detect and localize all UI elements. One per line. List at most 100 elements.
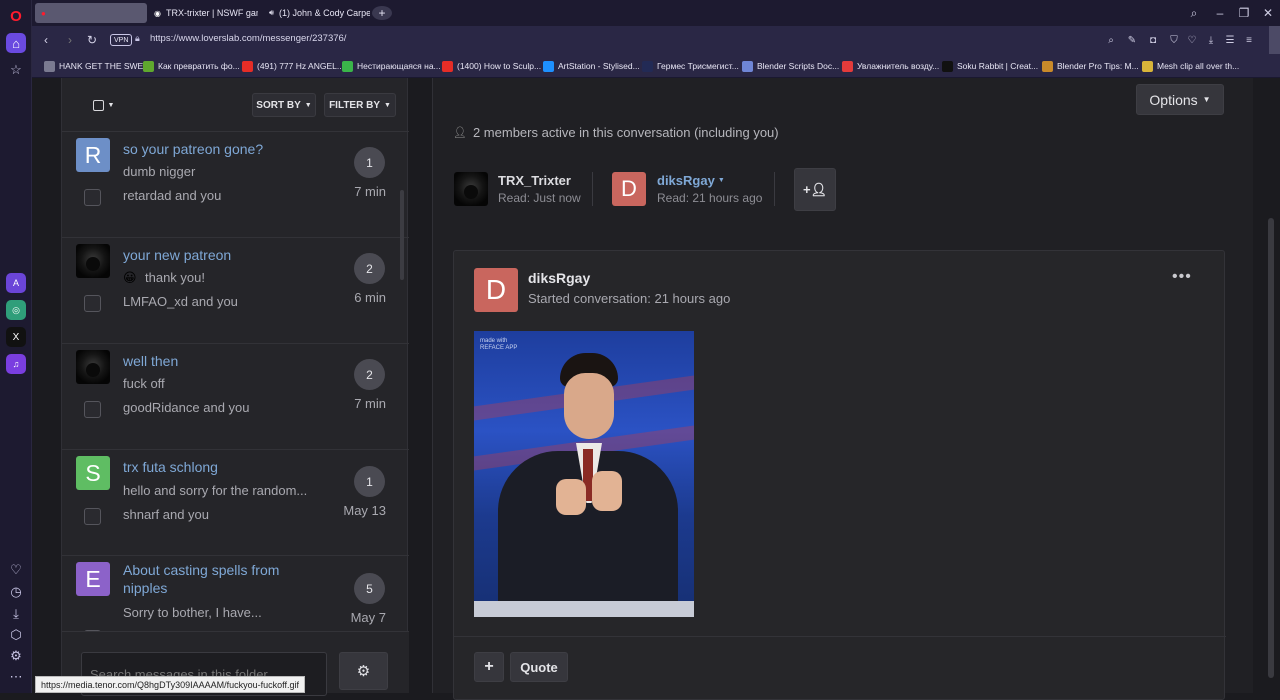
member-avatar[interactable]: D xyxy=(612,172,646,206)
sort-by-button[interactable]: SORT BY ▼ xyxy=(252,93,316,117)
star-icon[interactable]: ☆ xyxy=(6,60,26,80)
music-player-icon[interactable]: ♫ xyxy=(6,354,26,374)
conversation-item[interactable]: your new patreon 😀︎ thank you! LMFAO_xd … xyxy=(62,238,409,344)
message-gif-image[interactable]: made with REFACE APP xyxy=(474,331,694,617)
hooded-figure-icon xyxy=(86,363,100,377)
bookmark-label: ArtStation - Stylised... xyxy=(558,61,640,71)
tab-youtube[interactable]: 🔊︎ (1) John & Cody Carpe xyxy=(258,3,370,23)
avatar[interactable]: R xyxy=(76,138,110,172)
conversation-title[interactable]: About casting spells from nipples xyxy=(123,561,323,597)
more-options-icon[interactable]: ••• xyxy=(1172,268,1192,286)
edit-icon[interactable]: ✎ xyxy=(1125,33,1139,47)
options-button[interactable]: Options ▼ xyxy=(1136,84,1224,115)
conversation-checkbox[interactable] xyxy=(84,401,101,418)
conversation-view-panel: Options ▼ 👤︎ 2 members active in this co… xyxy=(432,78,1253,700)
list-scrollbar[interactable] xyxy=(400,190,404,280)
folder-settings-button[interactable]: ⚙ xyxy=(339,652,388,690)
bookmark-item[interactable]: Blender Pro Tips: M... xyxy=(1042,59,1139,73)
minimize-icon[interactable]: – xyxy=(1212,5,1228,21)
member-name[interactable]: TRX_Trixter xyxy=(498,173,571,188)
conversation-checkbox[interactable] xyxy=(84,295,101,312)
history-icon[interactable]: ◷ xyxy=(6,582,26,602)
bookmark-item[interactable]: Soku Rabbit | Creat... xyxy=(942,59,1038,73)
quote-button[interactable]: Quote xyxy=(510,652,568,682)
bookmark-item[interactable]: (491) 777 Hz ANGEL... xyxy=(242,59,344,73)
avatar[interactable] xyxy=(76,350,110,384)
extensions-icon[interactable]: ⬡ xyxy=(6,625,26,645)
tab-trx[interactable]: ◉ TRX-trixter | NSWF game xyxy=(148,3,258,23)
right-hand-shape xyxy=(592,471,622,511)
menu-icon[interactable]: ☰ xyxy=(1223,33,1237,47)
avatar[interactable]: S xyxy=(76,456,110,490)
user-icon: 👤︎ xyxy=(453,127,467,139)
bookmark-item[interactable]: Как превратить фо... xyxy=(143,59,240,73)
shield-icon[interactable]: ⛉ xyxy=(1167,33,1181,47)
restore-icon[interactable]: ❐ xyxy=(1236,5,1252,21)
settings-gear-icon[interactable]: ⚙ xyxy=(6,646,26,666)
vpn-badge[interactable]: VPN xyxy=(110,34,133,46)
conversation-item[interactable]: well then fuck off goodRidance and you 2… xyxy=(62,344,409,450)
bookmarks-bar: HANK GET THE SWE... Как превратить фо...… xyxy=(32,54,1280,78)
tab-label: (1) John & Cody Carpe xyxy=(279,8,370,18)
x-twitter-icon[interactable]: X xyxy=(6,327,26,347)
opera-logo-icon[interactable]: O xyxy=(6,6,26,26)
sidebar-toggle[interactable] xyxy=(1269,26,1280,54)
aria-icon[interactable]: A xyxy=(6,273,26,293)
speaker-icon[interactable]: 🔊︎ xyxy=(269,8,274,18)
more-icon[interactable]: ⋯ xyxy=(6,667,26,687)
lock-icon[interactable]: 🔒︎ xyxy=(135,33,140,44)
member-avatar[interactable] xyxy=(454,172,488,206)
message-footer-divider xyxy=(454,636,1226,637)
multiquote-add-button[interactable]: + xyxy=(474,652,504,682)
easy-setup-icon[interactable]: ≡ xyxy=(1242,33,1256,47)
bookmark-item[interactable]: Mesh clip all over th... xyxy=(1142,59,1239,73)
filter-by-button[interactable]: FILTER BY ▼ xyxy=(324,93,396,117)
bookmark-item[interactable]: (1400) How to Sculp... xyxy=(442,59,541,73)
home-icon[interactable]: ⌂ xyxy=(6,33,26,53)
url-field[interactable]: https://www.loverslab.com/messenger/2373… xyxy=(150,33,346,44)
conversation-title[interactable]: your new patreon xyxy=(123,246,323,264)
bookmark-item[interactable]: Нестирающаяся на... xyxy=(342,59,441,73)
forward-icon[interactable]: › xyxy=(62,32,78,48)
author-avatar[interactable]: D xyxy=(474,268,518,312)
new-tab-button[interactable]: + xyxy=(372,6,392,20)
member-read-status: Read: 21 hours ago xyxy=(657,191,763,205)
heart-icon[interactable]: ♡ xyxy=(6,560,26,580)
checkbox-icon xyxy=(92,99,104,111)
back-icon[interactable]: ‹ xyxy=(38,32,54,48)
search-tabs-icon[interactable]: ⌕ xyxy=(1186,5,1202,21)
avatar[interactable] xyxy=(76,244,110,278)
avatar[interactable]: E xyxy=(76,562,110,596)
member-name-menu[interactable]: diksRgay ▼ xyxy=(657,173,725,188)
hooded-figure-icon xyxy=(464,185,478,199)
bookmark-item[interactable]: Blender Scripts Doc... xyxy=(742,59,839,73)
select-all-checkbox[interactable]: ▼ xyxy=(88,93,119,117)
bookmark-label: HANK GET THE SWE... xyxy=(59,61,151,71)
conversation-item[interactable]: S trx futa schlong hello and sorry for t… xyxy=(62,450,409,556)
conversation-checkbox[interactable] xyxy=(84,508,101,525)
heart-bookmark-icon[interactable]: ♡ xyxy=(1185,33,1199,47)
bookmark-item[interactable]: Гермес Трисмегист... xyxy=(642,59,739,73)
conversation-checkbox[interactable] xyxy=(84,189,101,206)
conversation-item[interactable]: E About casting spells from nipples Sorr… xyxy=(62,556,409,647)
tab-active[interactable]: ● xyxy=(35,3,147,23)
download-icon[interactable]: ⤓ xyxy=(1204,33,1218,47)
reload-icon[interactable]: ↻ xyxy=(84,32,100,48)
close-window-icon[interactable]: ✕ xyxy=(1260,5,1276,21)
search-page-icon[interactable]: ⌕ xyxy=(1104,33,1118,47)
downloads-icon[interactable]: ⤓ xyxy=(6,604,26,624)
conversation-title[interactable]: so your patreon gone? xyxy=(123,140,323,158)
add-member-button[interactable]: +👤︎ xyxy=(794,168,836,211)
bookmark-item[interactable]: Увлажнитель возду... xyxy=(842,59,939,73)
bookmark-favicon-icon xyxy=(143,60,154,72)
bookmark-item[interactable]: HANK GET THE SWE... xyxy=(44,59,150,73)
conversation-title[interactable]: well then xyxy=(123,352,323,370)
author-name[interactable]: diksRgay xyxy=(528,270,590,286)
bookmark-item[interactable]: ArtStation - Stylised... xyxy=(543,59,640,73)
page-scrollbar[interactable] xyxy=(1268,218,1274,678)
conversation-title[interactable]: trx futa schlong xyxy=(123,458,323,476)
conversation-time: May 13 xyxy=(343,503,386,518)
camera-icon[interactable]: ◘ xyxy=(1146,33,1160,47)
conversation-item[interactable]: R so your patreon gone? dumb nigger reta… xyxy=(62,132,409,238)
chatgpt-icon[interactable]: ◎ xyxy=(6,300,26,320)
